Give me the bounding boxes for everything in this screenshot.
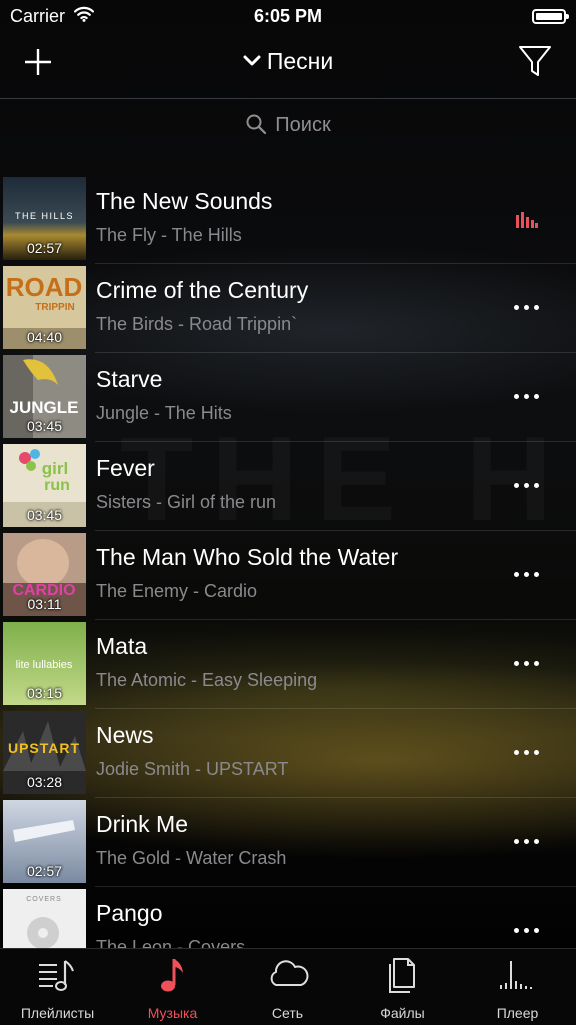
search-placeholder: Поиск <box>275 114 331 136</box>
tab-playlists[interactable]: Плейлисты <box>0 949 115 1025</box>
player-icon <box>500 961 532 989</box>
album-art: UPSTART 03:28 <box>3 711 86 794</box>
now-playing-icon <box>516 212 538 228</box>
navigation-bar: Песни <box>0 32 576 99</box>
song-artist-album: The Fly - The Hills <box>96 225 242 245</box>
song-row[interactable]: CARDIO 03:11 The Man Who Sold the Water … <box>0 531 576 620</box>
tab-bar: Плейлисты Музыка Сеть Файлы Плеер <box>0 948 576 1025</box>
more-options-icon[interactable] <box>514 393 540 401</box>
search-field[interactable]: Поиск <box>0 114 576 154</box>
search-icon <box>246 114 267 134</box>
album-art-text: THE HILLS <box>15 211 74 221</box>
song-artist-album: The Gold - Water Crash <box>96 848 287 868</box>
album-art: THE HILLS 02:57 <box>3 177 86 260</box>
more-options-icon[interactable] <box>514 482 540 490</box>
song-title: The Man Who Sold the Water <box>96 544 399 570</box>
album-art: CARDIO 03:11 <box>3 533 86 616</box>
song-title: Fever <box>96 455 155 481</box>
tab-player[interactable]: Плеер <box>460 949 575 1025</box>
tab-label: Плеер <box>496 1005 539 1021</box>
more-options-icon[interactable] <box>514 660 540 668</box>
more-options-icon[interactable] <box>514 749 540 757</box>
song-row[interactable]: THE HILLS 02:57 The New Sounds The Fly -… <box>0 175 576 264</box>
song-artist-album: The Atomic - Easy Sleeping <box>96 670 318 690</box>
album-art-text: girl <box>42 459 68 478</box>
song-title: Pango <box>96 900 163 926</box>
album-art: girl run 03:45 <box>3 444 86 527</box>
tab-label: Музыка <box>147 1005 198 1021</box>
cloud-icon <box>270 960 309 986</box>
filter-icon[interactable] <box>518 44 552 78</box>
song-duration: 03:45 <box>26 507 63 523</box>
tab-label: Сеть <box>271 1005 304 1021</box>
album-art-text: COVERS <box>26 896 62 903</box>
more-options-icon[interactable] <box>514 304 540 312</box>
song-title: Crime of the Century <box>96 277 309 303</box>
song-artist-album: Jungle - The Hits <box>96 403 232 423</box>
song-row[interactable]: lite lullabies 03:15 Mata The Atomic - E… <box>0 620 576 709</box>
battery-icon <box>532 9 569 24</box>
files-icon <box>389 958 415 993</box>
song-artist-album: The Enemy - Cardio <box>96 581 258 601</box>
song-artist-album: The Birds - Road Trippin` <box>96 314 298 334</box>
tab-label: Файлы <box>380 1005 425 1021</box>
status-bar: Carrier 6:05 PM <box>0 0 576 32</box>
tab-label: Плейлисты <box>20 1005 95 1021</box>
song-title: Starve <box>96 366 163 392</box>
more-options-icon[interactable] <box>514 927 540 935</box>
page-title: Песни <box>266 48 334 74</box>
more-options-icon[interactable] <box>514 571 540 579</box>
album-art-text: ROAD <box>6 272 83 302</box>
playlist-icon <box>39 960 74 991</box>
section-title-dropdown[interactable]: Песни <box>0 48 576 75</box>
more-options-icon[interactable] <box>514 838 540 846</box>
song-duration: 03:28 <box>26 774 63 790</box>
song-title: Mata <box>96 633 148 659</box>
song-title: The New Sounds <box>96 188 273 214</box>
song-row[interactable]: JUNGLE 03:45 Starve Jungle - The Hits <box>0 353 576 442</box>
song-row[interactable]: girl run 03:45 Fever Sisters - Girl of t… <box>0 442 576 531</box>
song-duration: 03:15 <box>26 685 63 701</box>
chevron-down-icon <box>243 55 261 66</box>
song-artist-album: Jodie Smith - UPSTART <box>96 759 289 779</box>
song-title: Drink Me <box>96 811 189 837</box>
album-art: 02:57 <box>3 800 86 883</box>
album-art: JUNGLE 03:45 <box>3 355 86 438</box>
song-duration: 03:11 <box>27 596 62 612</box>
album-art-text: JUNGLE <box>10 398 79 417</box>
music-note-icon <box>161 959 183 992</box>
song-duration: 02:57 <box>26 240 63 256</box>
tab-files[interactable]: Файлы <box>345 949 460 1025</box>
album-art: ROAD TRIPPIN 04:40 <box>3 266 86 349</box>
album-art-text: run <box>44 477 70 494</box>
song-artist-album: Sisters - Girl of the run <box>96 492 277 512</box>
song-row[interactable]: UPSTART 03:28 News Jodie Smith - UPSTART <box>0 709 576 798</box>
song-list: THE HILLS 02:57 The New Sounds The Fly -… <box>0 175 576 976</box>
tab-music[interactable]: Музыка <box>115 949 230 1025</box>
clock: 6:05 PM <box>253 6 323 26</box>
album-art-text: TRIPPIN <box>35 302 74 313</box>
song-row[interactable]: ROAD TRIPPIN 04:40 Crime of the Century … <box>0 264 576 353</box>
album-art-text: UPSTART <box>8 740 80 756</box>
song-duration: 03:45 <box>26 418 63 434</box>
song-duration: 04:40 <box>26 329 63 345</box>
tab-network[interactable]: Сеть <box>230 949 345 1025</box>
album-art-text: lite lullabies <box>16 659 73 671</box>
song-duration: 02:57 <box>26 863 63 879</box>
song-title: News <box>96 722 154 748</box>
album-art: lite lullabies 03:15 <box>3 622 86 705</box>
song-row[interactable]: 02:57 Drink Me The Gold - Water Crash <box>0 798 576 887</box>
